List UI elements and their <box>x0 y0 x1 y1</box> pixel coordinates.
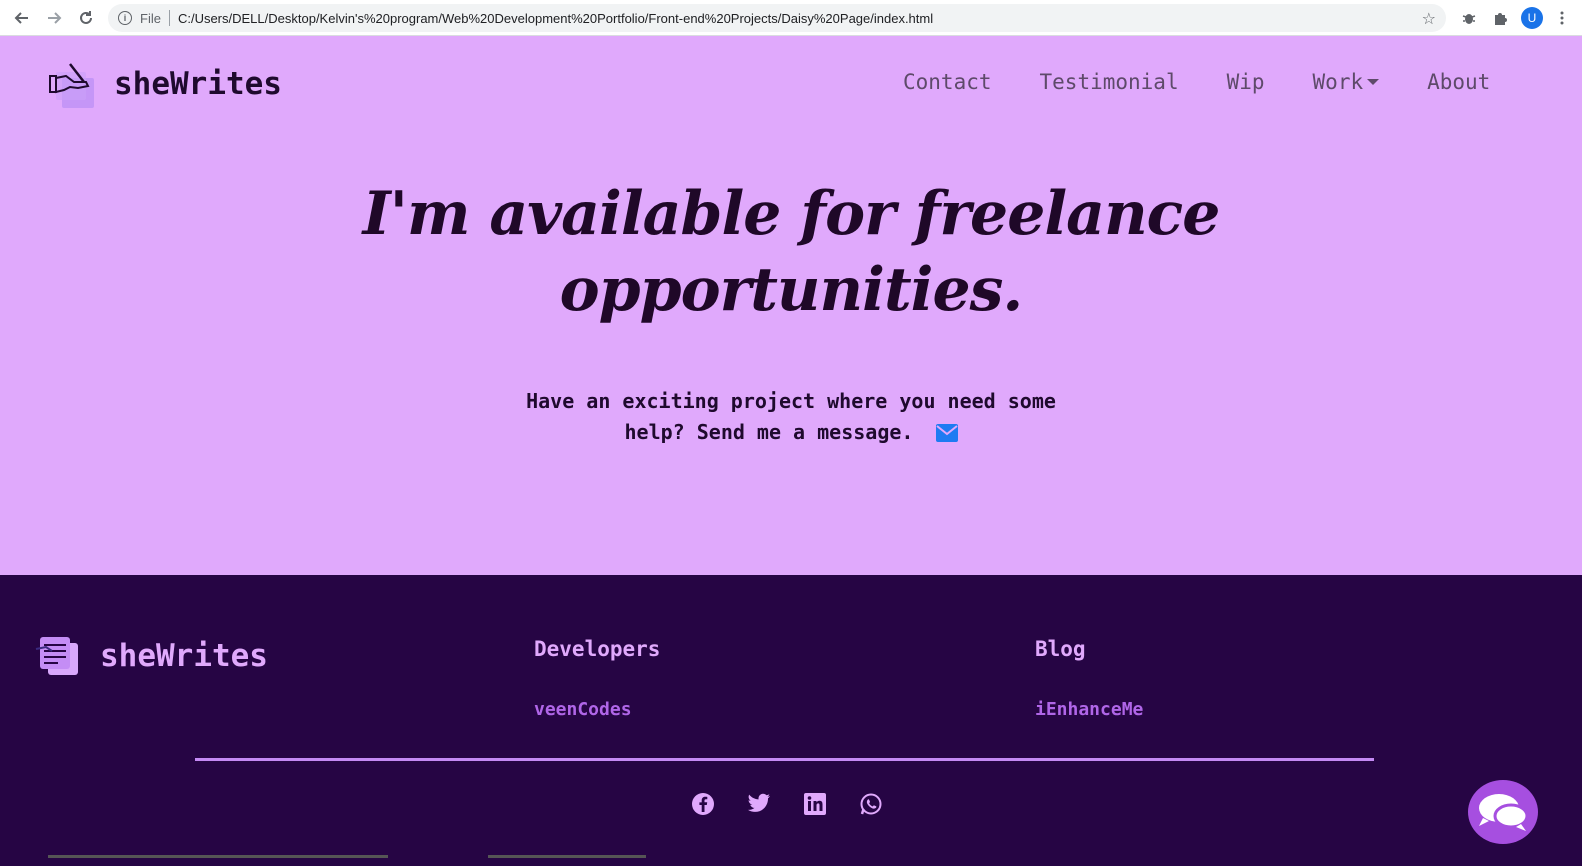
hero-headline: I'm available for freelance opportunitie… <box>0 176 1582 328</box>
star-icon[interactable]: ☆ <box>1422 9 1436 28</box>
puzzle-icon[interactable] <box>1491 8 1511 28</box>
forward-icon[interactable] <box>44 8 64 28</box>
footer-divider <box>195 758 1374 761</box>
brand[interactable]: sheWrites <box>48 60 282 108</box>
hero-section: sheWrites Contact Testimonial Wip Work A… <box>0 36 1582 575</box>
chevron-down-icon <box>1367 79 1380 85</box>
footer-brand-name: sheWrites <box>100 638 268 674</box>
address-bar[interactable]: i File C:/Users/DELL/Desktop/Kelvin's%20… <box>108 4 1446 32</box>
nav-testimonial[interactable]: Testimonial <box>1040 70 1179 94</box>
nav-contact[interactable]: Contact <box>903 70 992 94</box>
scroll-indicator <box>488 855 646 858</box>
scheme-label: File <box>140 10 161 26</box>
footer-column-blog: Blog iEnhanceMe <box>1035 637 1143 720</box>
url-text[interactable]: C:/Users/DELL/Desktop/Kelvin's%20program… <box>178 11 933 26</box>
extension-bug-icon[interactable] <box>1459 8 1479 28</box>
social-links <box>690 791 914 817</box>
divider <box>168 10 170 26</box>
twitter-icon[interactable] <box>746 791 772 817</box>
nav-wip[interactable]: Wip <box>1227 70 1265 94</box>
main-nav: Contact Testimonial Wip Work About <box>903 70 1538 94</box>
headline-line-2: opportunities. <box>559 255 1024 325</box>
notebook-logo-icon <box>34 631 80 681</box>
nav-work-dropdown[interactable]: Work <box>1313 70 1380 94</box>
brand-name: sheWrites <box>114 66 282 102</box>
footer-link-veencodes[interactable]: veenCodes <box>534 699 660 720</box>
back-icon[interactable] <box>12 8 32 28</box>
nav-about[interactable]: About <box>1427 70 1490 94</box>
browser-toolbar: i File C:/Users/DELL/Desktop/Kelvin's%20… <box>0 0 1582 36</box>
headline-line-1: I'm available for freelance <box>362 179 1221 249</box>
nav-work-label: Work <box>1312 70 1364 94</box>
writing-hand-logo-icon <box>48 60 96 108</box>
footer-column-developers: Developers veenCodes <box>534 637 660 720</box>
info-icon[interactable]: i <box>118 11 132 25</box>
footer-column-title: Blog <box>1035 637 1086 661</box>
footer-link-ienhanceme[interactable]: iEnhanceMe <box>1035 699 1143 720</box>
site-footer: sheWrites Developers veenCodes Blog iEnh… <box>0 575 1582 866</box>
chat-bubble-button[interactable] <box>1468 780 1538 844</box>
footer-brand[interactable]: sheWrites <box>34 631 268 681</box>
footer-column-title: Developers <box>534 637 661 661</box>
facebook-icon[interactable] <box>690 791 716 817</box>
menu-kebab-icon[interactable] <box>1555 8 1569 28</box>
chat-bubbles-icon <box>1479 794 1529 831</box>
scroll-indicator <box>48 855 388 858</box>
envelope-icon[interactable] <box>935 420 958 451</box>
hero-subtext: Have an exciting project where you need … <box>0 386 1582 451</box>
profile-avatar[interactable]: U <box>1521 7 1543 29</box>
linkedin-icon[interactable] <box>802 791 828 817</box>
whatsapp-icon[interactable] <box>858 791 884 817</box>
subtext-text: Have an exciting project where you need … <box>526 389 1056 444</box>
reload-icon[interactable] <box>76 8 96 28</box>
